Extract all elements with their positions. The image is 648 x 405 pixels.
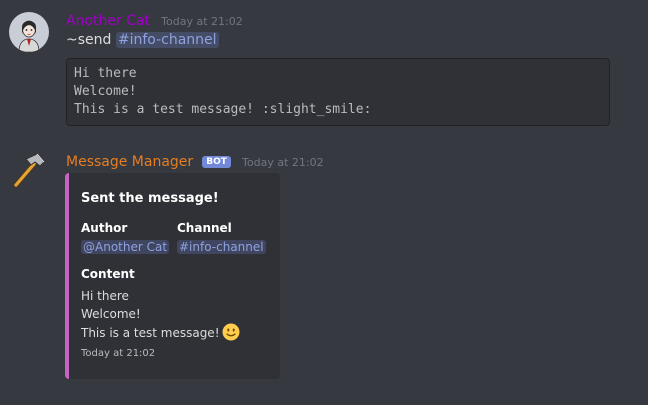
field-author-value: @Another Cat — [81, 240, 170, 254]
code-line: Welcome! — [74, 84, 137, 99]
content-line: Hi there — [81, 289, 129, 303]
code-line: This is a test message! :slight_smile: — [74, 102, 372, 117]
author-name[interactable]: Another Cat — [66, 13, 150, 29]
slight-smile-icon — [222, 323, 240, 346]
channel-mention[interactable]: #info-channel — [115, 32, 219, 48]
command-text: ~send — [66, 32, 112, 48]
code-block: Hi there Welcome! This is a test message! … — [66, 58, 610, 126]
avatar[interactable] — [9, 12, 49, 52]
content-line: Welcome! — [81, 307, 141, 321]
bot-tag: BOT — [202, 156, 231, 168]
person-avatar-icon — [9, 12, 49, 52]
content-line-text: This is a test message! — [81, 326, 220, 340]
author-name[interactable]: Message Manager — [66, 154, 193, 170]
channel-mention[interactable]: #info-channel — [177, 240, 266, 254]
code-line: Hi there — [74, 66, 137, 81]
embed-title: Sent the message! — [81, 191, 219, 206]
field-content-value: Hi there Welcome! This is a test message… — [81, 287, 240, 346]
message-content: ~send #info-channel — [66, 32, 219, 48]
timestamp: Today at 21:02 — [161, 15, 243, 28]
field-author-name: Author — [81, 221, 128, 235]
content-line: This is a test message! — [81, 323, 240, 346]
bot-avatar[interactable] — [9, 150, 49, 190]
field-channel-value: #info-channel — [177, 240, 266, 254]
timestamp: Today at 21:02 — [242, 156, 324, 169]
message-header: Another Cat Today at 21:02 — [66, 10, 243, 29]
embed: Sent the message! Author @Another Cat Ch… — [65, 173, 280, 379]
message-header: Message Manager BOT Today at 21:02 — [66, 151, 324, 170]
embed-accent-bar — [65, 173, 69, 379]
embed-footer-timestamp: Today at 21:02 — [81, 348, 156, 359]
hammer-icon — [13, 153, 45, 188]
field-channel-name: Channel — [177, 221, 232, 235]
user-mention[interactable]: @Another Cat — [81, 240, 170, 254]
field-content-name: Content — [81, 267, 135, 281]
